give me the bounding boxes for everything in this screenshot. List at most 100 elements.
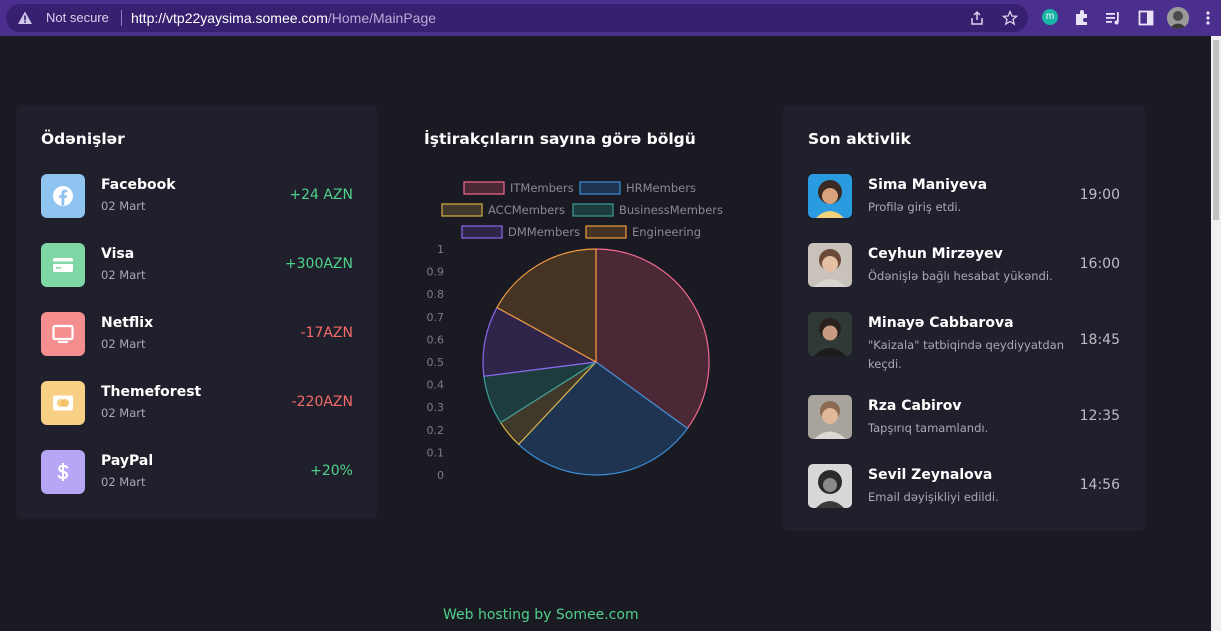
monitor-icon <box>52 324 74 343</box>
legend-swatch[interactable] <box>572 203 614 217</box>
card-icon <box>53 258 73 272</box>
y-tick-label: 1 <box>437 243 444 256</box>
card-icon-box <box>41 243 85 287</box>
bookmark-star-icon[interactable] <box>1002 10 1018 26</box>
payment-date: 02 Mart <box>101 199 146 213</box>
payment-amount: +20% <box>310 463 353 479</box>
activity-text: Tapşırıq tamamlandı. <box>868 421 989 435</box>
facebook-icon-box <box>41 174 85 218</box>
activity-item[interactable]: Sevil Zeynalova Email dəyişikliyi edildi… <box>808 464 1120 508</box>
y-tick-label: 0.1 <box>427 446 445 459</box>
activity-text: Profilə giriş etdi. <box>868 200 962 214</box>
y-tick-label: 0.5 <box>427 356 445 369</box>
chart-title: İştirakçıların sayına görə bölgü <box>424 130 696 148</box>
y-tick-label: 0.8 <box>427 288 445 301</box>
avatar <box>808 243 852 287</box>
activity-name: Sevil Zeynalova <box>868 467 993 483</box>
avatar <box>808 395 852 439</box>
mastercard-icon-box <box>41 381 85 425</box>
y-tick-label: 0.4 <box>427 379 445 392</box>
activity-name: Ceyhun Mirzəyev <box>868 246 1003 262</box>
y-tick-label: 0.7 <box>427 311 445 324</box>
activity-time: 19:00 <box>1079 187 1120 203</box>
payment-item[interactable]: Visa 02 Mart +300AZN <box>41 243 353 287</box>
activity-name: Sima Maniyeva <box>868 177 988 193</box>
payment-name: Facebook <box>101 177 176 193</box>
more-menu-icon[interactable] <box>1199 9 1217 27</box>
legend-swatch[interactable] <box>463 181 505 195</box>
payment-name: Netflix <box>101 315 154 331</box>
dollar-icon-box <box>41 450 85 494</box>
payment-date: 02 Mart <box>101 337 146 351</box>
payment-name: Visa <box>101 246 135 262</box>
payment-amount: +24 AZN <box>289 187 353 203</box>
legend-label[interactable]: BusinessMembers <box>619 203 723 217</box>
url-host: http://vtp22yaysima.somee.com <box>131 10 328 26</box>
legend-swatch[interactable] <box>585 225 627 239</box>
facebook-icon <box>53 186 73 206</box>
payment-amount: -220AZN <box>291 394 353 410</box>
extension-m-icon[interactable]: m <box>1042 9 1058 25</box>
payments-title: Ödənişlər <box>41 130 125 148</box>
payment-amount: -17AZN <box>300 325 353 341</box>
activity-title: Son aktivlik <box>808 130 911 148</box>
legend-swatch[interactable] <box>441 203 483 217</box>
payments-card: Ödənişlər Facebook 02 Mart +24 AZN Visa … <box>16 105 377 519</box>
legend-label[interactable]: ITMembers <box>510 181 574 195</box>
legend-label[interactable]: ACCMembers <box>488 203 565 217</box>
activity-card: Son aktivlik Sima Maniyeva Profilə giriş… <box>783 105 1145 531</box>
legend-label[interactable]: HRMembers <box>626 181 696 195</box>
legend-label[interactable]: Engineering <box>632 225 701 239</box>
activity-time: 18:45 <box>1079 332 1120 348</box>
y-tick-label: 0 <box>437 469 444 482</box>
payment-date: 02 Mart <box>101 406 146 420</box>
hosting-link[interactable]: Web hosting by Somee.com <box>443 607 639 623</box>
profile-avatar[interactable] <box>1167 7 1189 29</box>
security-label[interactable]: Not secure <box>46 10 109 25</box>
warning-icon <box>18 11 32 24</box>
side-panel-icon[interactable] <box>1137 9 1155 27</box>
legend-swatch[interactable] <box>579 181 621 195</box>
activity-name: Rza Cabirov <box>868 398 962 414</box>
monitor-icon-box <box>41 312 85 356</box>
scrollbar-thumb[interactable] <box>1213 40 1219 220</box>
payment-item[interactable]: Themeforest 02 Mart -220AZN <box>41 381 353 425</box>
payment-date: 02 Mart <box>101 475 146 489</box>
pie-chart: ITMembers HRMembers ACCMembers BusinessMemb… <box>427 181 724 482</box>
payment-amount: +300AZN <box>284 256 353 272</box>
avatar <box>808 174 852 218</box>
page-scrollbar[interactable] <box>1211 36 1221 631</box>
payment-name: PayPal <box>101 453 154 469</box>
legend-swatch[interactable] <box>461 225 503 239</box>
url-text[interactable]: http://vtp22yaysima.somee.com/Home/MainP… <box>131 10 436 26</box>
legend-label[interactable]: DMMembers <box>508 225 580 239</box>
payment-item[interactable]: Netflix 02 Mart -17AZN <box>41 312 353 356</box>
extensions-puzzle-icon[interactable] <box>1073 9 1091 27</box>
avatar <box>808 312 852 356</box>
activity-name: Minayə Cabbarova <box>868 315 1014 331</box>
activity-text: Email dəyişikliyi edildi. <box>868 490 999 504</box>
payment-date: 02 Mart <box>101 268 146 282</box>
payment-item[interactable]: PayPal 02 Mart +20% <box>41 450 353 494</box>
mastercard-icon <box>53 395 73 411</box>
address-bar[interactable]: Not secure http://vtp22yaysima.somee.com… <box>6 4 1028 32</box>
media-playlist-icon[interactable] <box>1104 9 1122 27</box>
y-tick-label: 0.3 <box>427 401 445 414</box>
address-divider <box>121 10 122 26</box>
activity-text: "Kaizala" tətbiqində qeydiyyatdan keçdi. <box>868 338 1065 371</box>
browser-toolbar: Not secure http://vtp22yaysima.somee.com… <box>0 0 1221 36</box>
y-tick-label: 0.6 <box>427 333 445 346</box>
activity-text: Ödənişlə bağlı hesabat yükəndi. <box>868 269 1053 283</box>
share-icon[interactable] <box>969 10 985 26</box>
payment-item[interactable]: Facebook 02 Mart +24 AZN <box>41 174 353 218</box>
activity-item[interactable]: Sima Maniyeva Profilə giriş etdi. 19:00 <box>808 174 1120 218</box>
activity-time: 12:35 <box>1079 408 1120 424</box>
y-tick-label: 0.9 <box>427 266 445 279</box>
avatar <box>808 464 852 508</box>
activity-item[interactable]: Ceyhun Mirzəyev Ödənişlə bağlı hesabat y… <box>808 243 1120 287</box>
activity-time: 16:00 <box>1079 256 1120 272</box>
y-tick-label: 0.2 <box>427 424 445 437</box>
payment-name: Themeforest <box>101 384 202 400</box>
activity-item[interactable]: Minayə Cabbarova "Kaizala" tətbiqində qe… <box>808 312 1120 371</box>
activity-item[interactable]: Rza Cabirov Tapşırıq tamamlandı. 12:35 <box>808 395 1120 439</box>
